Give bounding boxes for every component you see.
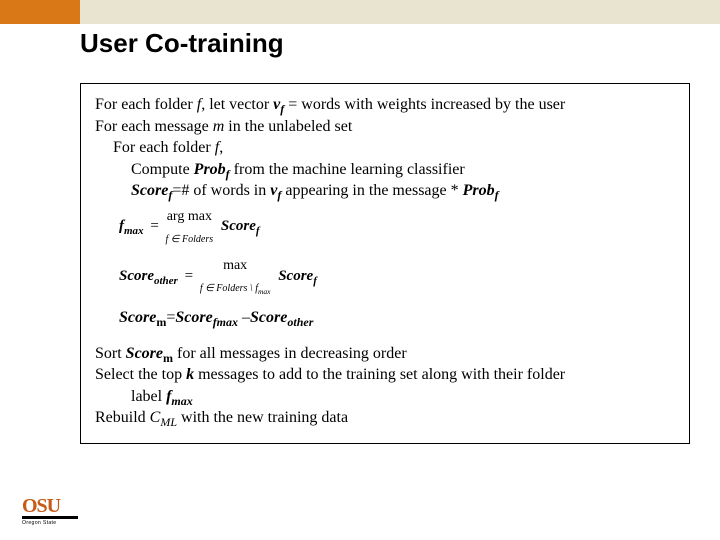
logo-sub: Oregon State (22, 520, 78, 526)
algo-line-3: For each folder f, (95, 137, 675, 159)
algo-line-select-cont: label fmax (95, 386, 675, 408)
algo-line-1: For each folder f, let vector vf = words… (95, 94, 675, 116)
accent-block (0, 0, 80, 24)
equation-score-m: Scorem=Scorefmax –Scoreother (95, 301, 675, 335)
algo-line-sort: Sort Scorem for all messages in decreasi… (95, 343, 675, 365)
algo-line-select: Select the top k messages to add to the … (95, 364, 675, 386)
equation-fmax: fmax = arg max f ∈ Folders Scoref (95, 202, 675, 251)
header-band (0, 0, 720, 24)
algorithm-box: For each folder f, let vector vf = words… (80, 83, 690, 444)
logo-main: OSU (22, 497, 78, 515)
slide-content: User Co-training For each folder f, let … (80, 28, 690, 444)
algo-line-4: Compute Probf from the machine learning … (95, 159, 675, 181)
algo-line-rebuild: Rebuild CML with the new training data (95, 407, 675, 429)
algo-line-5: Scoref=# of words in vf appearing in the… (95, 180, 675, 202)
equation-score-other: Scoreother = max f ∈ Folders \ fmax Scor… (95, 251, 675, 300)
osu-logo: OSU Oregon State (22, 497, 78, 526)
algo-line-2: For each message m in the unlabeled set (95, 116, 675, 138)
slide-title: User Co-training (80, 28, 690, 59)
